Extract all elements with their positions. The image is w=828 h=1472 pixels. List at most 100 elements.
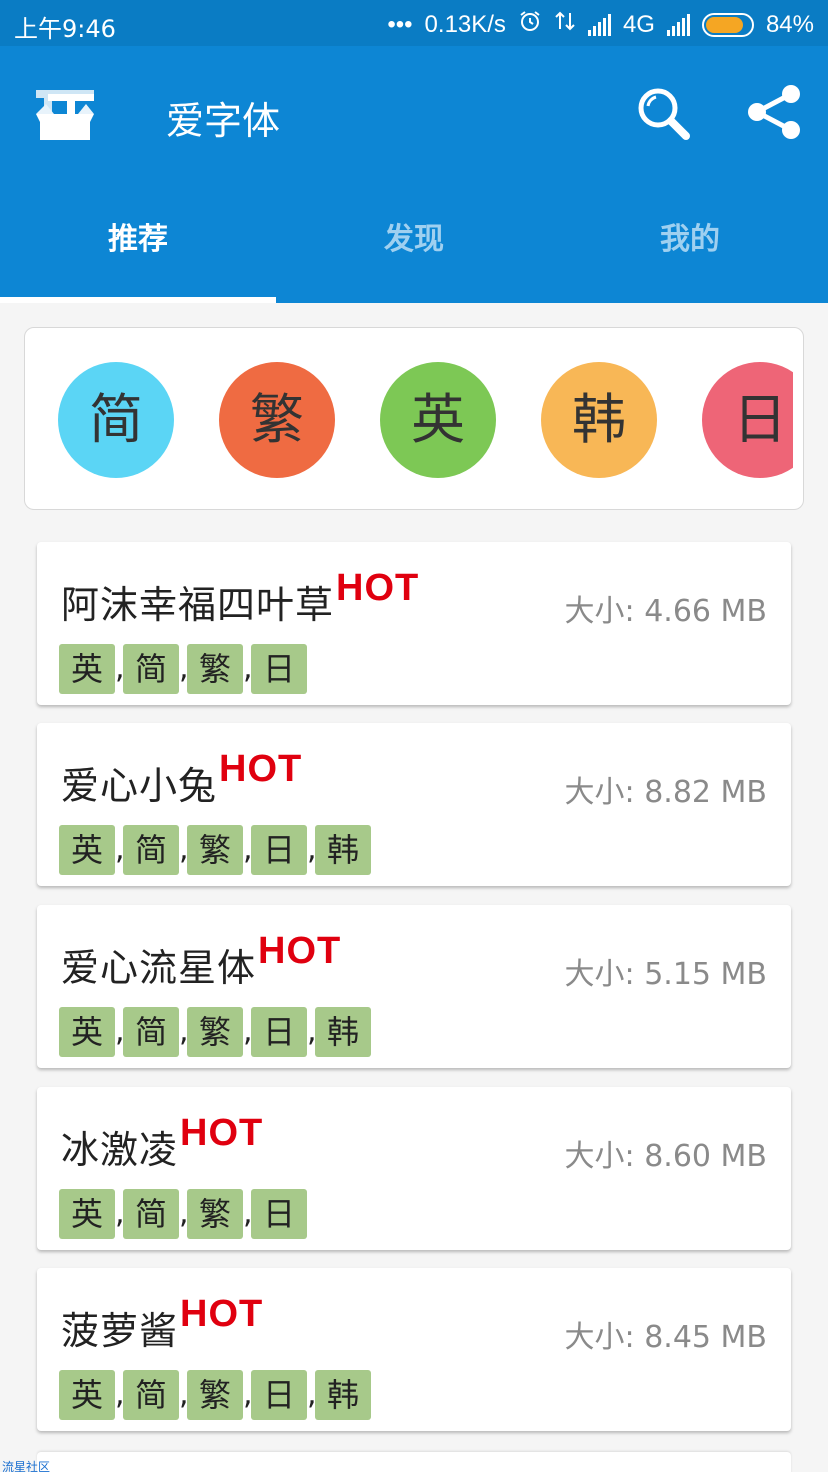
language-tag: 日	[251, 1007, 307, 1057]
tag-separator: ,	[307, 1014, 317, 1049]
font-name: 冰激凌HOT	[61, 1112, 263, 1174]
language-tag: 英	[59, 1007, 115, 1057]
language-circle-english[interactable]: 英	[380, 362, 496, 478]
language-filter-row: 简 繁 英 韩 日	[25, 328, 793, 509]
font-size-label: 大小: 8.82 MB	[564, 775, 767, 810]
language-tags: 英,简,繁,日	[59, 644, 307, 694]
font-name-text: 爱心小兔	[61, 764, 218, 808]
tag-separator: ,	[179, 651, 189, 686]
share-button[interactable]	[744, 82, 804, 142]
hot-badge: HOT	[219, 748, 303, 790]
language-tag: 韩	[315, 825, 371, 875]
tag-separator: ,	[243, 1014, 253, 1049]
font-card[interactable]: 阿沫幸福四叶草HOT 大小: 4.66 MB 英, 简, 繁, 日	[37, 542, 791, 705]
tag-separator: ,	[179, 832, 189, 867]
app-bar: 爱字体 推荐 发现 我的	[0, 46, 828, 303]
font-card[interactable]: 菠萝酱HOT 大小: 8.45 MB 英, 简, 繁, 日, 韩	[37, 1268, 791, 1431]
tag-separator: ,	[115, 1014, 125, 1049]
tag-separator: ,	[115, 1377, 125, 1412]
font-name: 爱心小兔HOT	[61, 748, 302, 810]
font-size-label: 大小: 8.45 MB	[564, 1320, 767, 1355]
font-card[interactable]: 冰激凌HOT 大小: 8.60 MB 英, 简, 繁, 日	[37, 1087, 791, 1250]
tag-separator: ,	[307, 832, 317, 867]
tab-recommend[interactable]: 推荐	[0, 192, 276, 297]
font-card[interactable]: 爱心小兔HOT 大小: 8.82 MB 英, 简, 繁, 日, 韩	[37, 723, 791, 886]
network-speed: 0.13K/s	[424, 10, 506, 38]
language-circle-traditional[interactable]: 繁	[219, 362, 335, 478]
language-tag: 繁	[187, 644, 243, 694]
logo-icon	[34, 82, 98, 142]
language-tags: 英,简,繁,日,韩	[59, 1370, 371, 1420]
language-tag: 日	[251, 1370, 307, 1420]
data-transfer-icon	[554, 9, 576, 40]
watermark: 流星社区	[2, 1460, 51, 1472]
hot-badge: HOT	[336, 567, 420, 609]
signal-icon	[587, 13, 611, 36]
battery-icon	[701, 12, 754, 37]
more-dots: •••	[387, 10, 413, 38]
tag-separator: ,	[243, 651, 253, 686]
signal-icon-2	[666, 13, 690, 36]
tab-discover[interactable]: 发现	[276, 192, 552, 297]
tag-separator: ,	[307, 1377, 317, 1412]
language-tag: 简	[123, 825, 179, 875]
language-tag: 英	[59, 1189, 115, 1239]
search-icon	[638, 88, 690, 140]
language-circle-simplified[interactable]: 简	[58, 362, 174, 478]
language-tag: 简	[123, 1189, 179, 1239]
battery-percent: 84%	[765, 10, 814, 38]
language-tag: 简	[123, 1007, 179, 1057]
tab-mine[interactable]: 我的	[552, 192, 828, 297]
language-tag: 韩	[315, 1007, 371, 1057]
language-tag: 繁	[187, 825, 243, 875]
font-card-partial[interactable]	[37, 1452, 791, 1472]
language-tag: 韩	[315, 1370, 371, 1420]
language-tag: 繁	[187, 1189, 243, 1239]
font-card[interactable]: 爱心流星体HOT 大小: 5.15 MB 英, 简, 繁, 日, 韩	[37, 905, 791, 1068]
font-name: 阿沫幸福四叶草HOT	[61, 567, 419, 629]
tab-indicator	[0, 297, 276, 303]
language-tag: 繁	[187, 1370, 243, 1420]
tag-separator: ,	[243, 1377, 253, 1412]
search-button[interactable]	[634, 84, 694, 144]
language-tag: 英	[59, 825, 115, 875]
language-tag: 英	[59, 644, 115, 694]
status-bar: 上午9:46 ••• 0.13K/s 4G 84%	[0, 0, 828, 46]
hot-badge: HOT	[180, 1112, 264, 1154]
tag-separator: ,	[243, 1196, 253, 1231]
tag-separator: ,	[179, 1014, 189, 1049]
tag-separator: ,	[115, 651, 125, 686]
language-tag: 英	[59, 1370, 115, 1420]
hot-badge: HOT	[180, 1293, 264, 1335]
language-tag: 日	[251, 644, 307, 694]
tag-separator: ,	[243, 832, 253, 867]
language-tag: 日	[251, 1189, 307, 1239]
language-tag: 简	[123, 644, 179, 694]
language-tag: 繁	[187, 1007, 243, 1057]
share-icon	[748, 85, 800, 139]
language-tags: 英,简,繁,日,韩	[59, 1007, 371, 1057]
hot-badge: HOT	[258, 930, 342, 972]
font-name-text: 爱心流星体	[61, 946, 257, 990]
language-tag: 日	[251, 825, 307, 875]
network-type: 4G	[622, 10, 655, 38]
tab-bar: 推荐 发现 我的	[0, 192, 828, 297]
tag-separator: ,	[115, 832, 125, 867]
font-name: 菠萝酱HOT	[61, 1293, 263, 1355]
status-time: 上午9:46	[14, 15, 116, 43]
status-icons: ••• 0.13K/s 4G 84%	[387, 9, 814, 40]
tag-separator: ,	[179, 1196, 189, 1231]
font-name-text: 冰激凌	[61, 1128, 179, 1172]
app-title: 爱字体	[166, 99, 281, 143]
tag-separator: ,	[115, 1196, 125, 1231]
language-filter-card: 简 繁 英 韩 日	[24, 327, 804, 510]
font-name: 爱心流星体HOT	[61, 930, 341, 992]
font-name-text: 阿沫幸福四叶草	[61, 583, 335, 627]
font-size-label: 大小: 4.66 MB	[564, 594, 767, 629]
language-tags: 英,简,繁,日,韩	[59, 825, 371, 875]
font-size-label: 大小: 5.15 MB	[564, 957, 767, 992]
language-circle-japanese[interactable]: 日	[702, 362, 793, 478]
language-tags: 英,简,繁,日	[59, 1189, 307, 1239]
font-size-label: 大小: 8.60 MB	[564, 1139, 767, 1174]
language-circle-korean[interactable]: 韩	[541, 362, 657, 478]
